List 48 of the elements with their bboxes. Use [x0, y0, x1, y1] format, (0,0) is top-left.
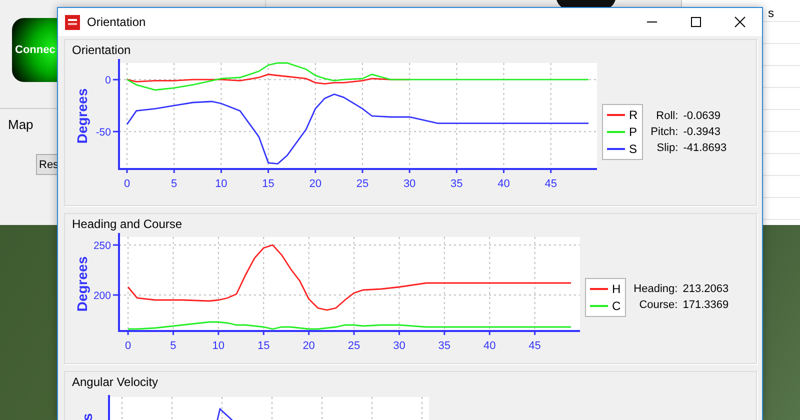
axis-tick-label: 200 [93, 290, 111, 302]
axis-tick-label: 40 [483, 340, 496, 352]
axis-tick-label: 25 [356, 178, 369, 190]
axis-tick-label: 10 [215, 178, 228, 190]
axis-tick-label: 5 [171, 178, 178, 190]
axis-tick-label: 35 [450, 178, 463, 190]
legend-label: H [612, 282, 621, 296]
axis-title: Degrees [74, 256, 90, 312]
readout-label: Roll: [655, 110, 678, 122]
axis-tick-label: 45 [528, 340, 541, 352]
axis-title: Degrees [74, 88, 90, 144]
legend-label: P [629, 124, 638, 138]
readout-value: 171.3369 [682, 299, 729, 311]
readout-value: 213.2063 [682, 283, 729, 295]
axis-tick-label: 20 [309, 178, 322, 190]
axis-tick-label: 30 [403, 178, 416, 190]
axis-tick-label: 35 [438, 340, 451, 352]
window-title: Orientation [87, 15, 147, 29]
axis-tick-label: 15 [262, 178, 274, 190]
readout-label: Heading: [634, 283, 678, 295]
app-icon [65, 14, 80, 30]
group-title: Orientation [72, 43, 131, 57]
readout-value: -0.0639 [683, 110, 722, 122]
axis-tick-label: 20 [302, 340, 315, 352]
axis-tick-label: 25 [348, 340, 360, 352]
legend-label: C [612, 298, 621, 312]
axis-tick-label: 5 [170, 340, 176, 352]
readout-label: Slip: [656, 142, 678, 154]
axis-tick-label: 45 [544, 178, 557, 190]
axis-tick-label: -50 [96, 126, 111, 139]
readout-label: Pitch: [650, 126, 678, 138]
group-title: Angular Velocity [72, 375, 158, 389]
legend-label: R [629, 108, 638, 122]
axis-tick-label: 0 [124, 178, 130, 190]
panel-text: s [768, 6, 774, 20]
map-label: Map [8, 117, 34, 132]
axis-tick-label: 0 [105, 74, 111, 87]
axis-tick-label: 30 [393, 340, 406, 352]
axis-tick-label: 250 [93, 240, 111, 252]
axis-tick-label: 10 [212, 340, 225, 352]
legend-label: S [629, 142, 638, 156]
readout-value: -41.8693 [683, 142, 727, 154]
group-title: Heading and Course [72, 217, 182, 231]
axis-tick-label: 0 [124, 340, 132, 352]
axis-tick-label: 15 [258, 340, 270, 352]
readout-label: Course: [638, 299, 678, 311]
readout-value: -0.3943 [683, 126, 722, 138]
axis-tick-label: 40 [498, 178, 510, 190]
